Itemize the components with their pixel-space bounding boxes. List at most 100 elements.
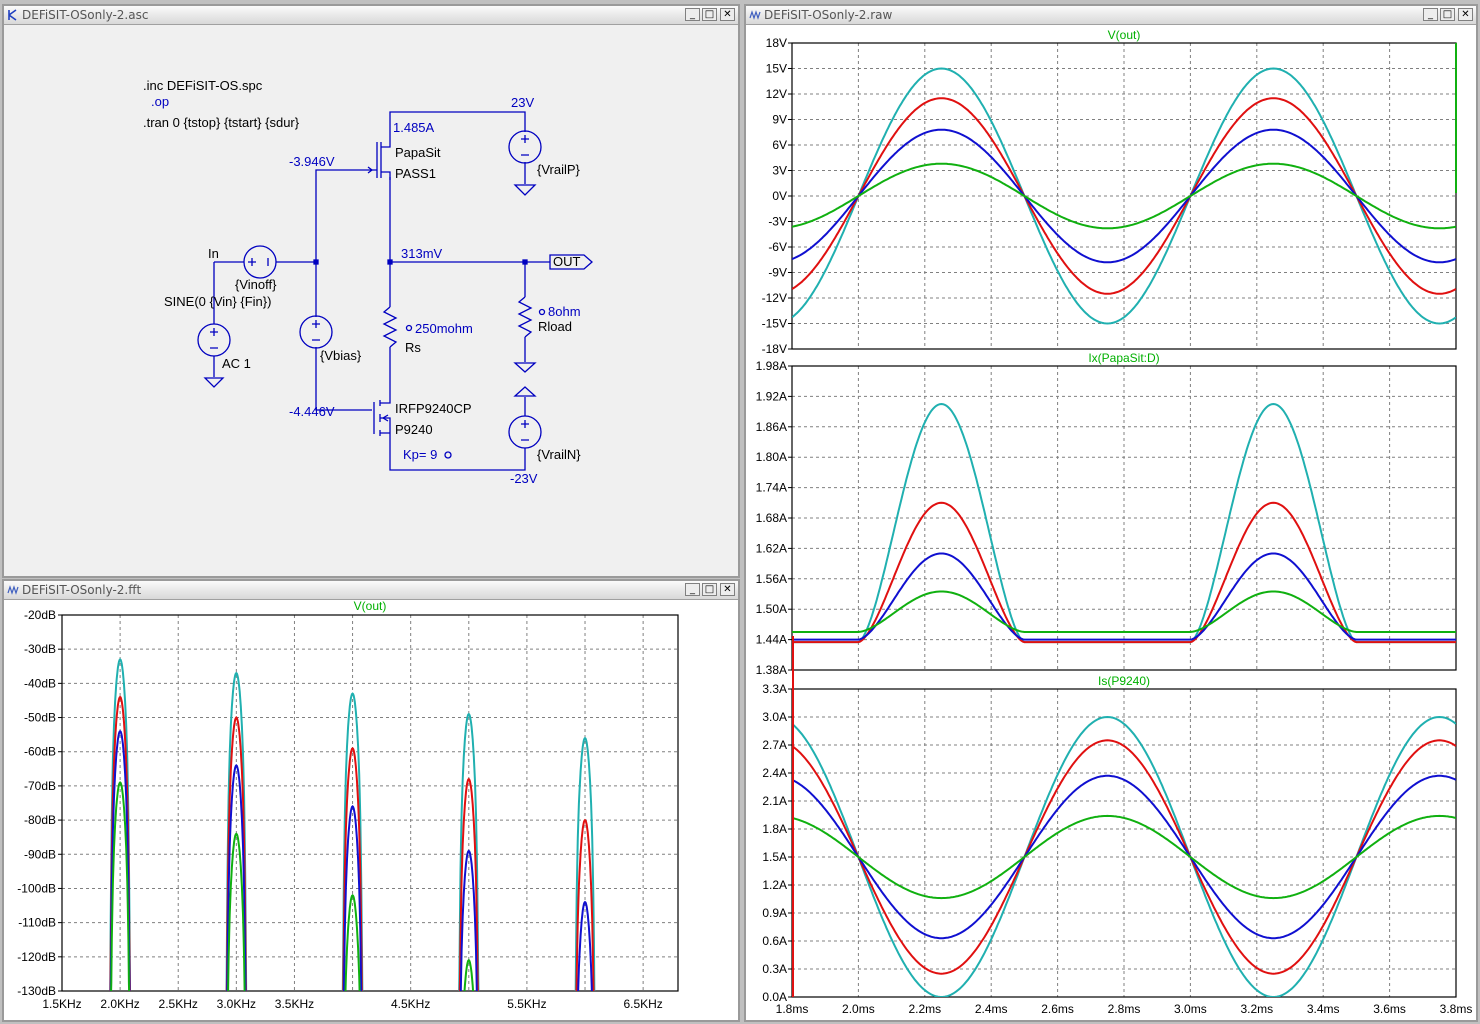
y-tick-label: 9V [772,113,787,127]
source-vrailp-symbol[interactable] [508,130,542,164]
minimize-button[interactable]: _ [1423,8,1438,21]
raw-titlebar[interactable]: DEFiSIT-OSonly-2.raw _ □ ✕ [746,6,1476,25]
y-tick-label: -50dB [24,711,56,725]
param-dial-icon[interactable] [538,308,546,316]
y-tick-label: 1.62A [756,541,787,555]
y-tick-label: -70dB [24,779,56,793]
transient-plots[interactable]: V(out) 18V 15V 12V 9V 6V 3V 0V -3V -6V -9V -12V -15V… [746,24,1476,1020]
x-tick-label: 3.8ms [1440,1002,1473,1016]
close-button[interactable]: ✕ [1458,8,1473,21]
label-ac: AC 1 [222,356,251,371]
y-tick-label: 3.0A [762,710,787,724]
x-tick-label: 1.5KHz [42,997,81,1011]
y-tick-label: -3V [768,215,787,229]
y-tick-label: -15V [762,317,787,331]
x-tick-label: 3.2ms [1240,1002,1273,1016]
y-tick-label: -12V [762,291,787,305]
y-tick-label: 1.8A [762,822,787,836]
y-tick-label: 12V [766,87,787,101]
ltspice-icon [8,9,17,21]
y-tick-label: 1.56A [756,572,787,586]
x-tick-label: 2.8ms [1108,1002,1141,1016]
y-tick-label: 1.68A [756,511,787,525]
maximize-button[interactable]: □ [702,8,717,21]
x-tick-label: 5.5KHz [507,997,546,1011]
minimize-button[interactable]: _ [685,8,700,21]
x-tick-label: 1.8ms [776,1002,809,1016]
param-dial-icon[interactable] [444,451,452,459]
x-tick-label: 3.5KHz [275,997,314,1011]
jfet-papasit-symbol[interactable] [367,137,391,180]
label-current-pass: 1.485A [393,120,435,135]
pane-title: Ix(PapaSit:D) [1088,351,1159,365]
source-vinoff-symbol[interactable] [243,245,277,279]
y-tick-label: 3.3A [762,682,787,696]
label-rs-name: Rs [405,340,421,355]
y-tick-label: 0V [772,189,787,203]
fft-title: DEFiSIT-OSonly-2.fft [22,583,142,597]
label-vrailn: {VrailN} [537,447,581,462]
resistor-rs-symbol[interactable] [382,306,398,348]
y-tick-label: -20dB [24,608,56,622]
source-vrailn-symbol[interactable] [508,415,542,449]
plot-frame [791,688,1457,998]
param-dial-icon[interactable] [405,324,413,332]
label-vbias: {Vbias} [320,348,362,363]
label-vrailp: {VrailP} [537,162,581,177]
schematic-title: DEFiSIT-OSonly-2.asc [22,8,149,22]
x-tick-label: 4.5KHz [391,997,430,1011]
fft-peak-0-5 [690,759,712,1009]
close-button[interactable]: ✕ [720,8,735,21]
x-tick-label: 3.0ms [1174,1002,1207,1016]
label-rail-n: -23V [510,471,538,486]
y-tick-label: 1.98A [756,359,787,373]
y-tick-label: 1.50A [756,602,787,616]
label-rload-value: 8ohm [548,304,581,319]
y-tick-label: 1.2A [762,878,787,892]
directive-op[interactable]: .op [151,94,169,109]
label-vinoff: {Vinoff} [235,277,277,292]
x-tick-label: 3.0KHz [217,997,256,1011]
schematic-window[interactable]: DEFiSIT-OSonly-2.asc _ □ ✕ .inc DEFiSIT-… [2,4,740,578]
y-tick-label: 2.4A [762,766,787,780]
fft-window[interactable]: DEFiSIT-OSonly-2.fft _ □ ✕ V(out) -20dB -3… [2,579,740,1022]
mosfet-p9240-symbol[interactable] [373,397,391,442]
pane-title: Is(P9240) [1098,674,1150,688]
minimize-button[interactable]: _ [685,583,700,596]
close-button[interactable]: ✕ [720,583,735,596]
y-tick-label: -100dB [17,881,56,895]
ground-symbol [203,377,225,388]
label-out-port: OUT [553,254,581,269]
y-tick-label: -90dB [24,847,56,861]
directive-inc[interactable]: .inc DEFiSIT-OS.spc [143,78,263,93]
fft-titlebar[interactable]: DEFiSIT-OSonly-2.fft _ □ ✕ [4,581,738,600]
raw-window[interactable]: DEFiSIT-OSonly-2.raw _ □ ✕ V(out) 18V 15V 1… [744,4,1478,1022]
fft-plot[interactable]: V(out) -20dB -30dB -40dB -50dB -60dB -70dB -80d… [4,599,738,1020]
source-vin-symbol[interactable] [197,323,231,357]
y-tick-label: -130dB [17,984,56,998]
maximize-button[interactable]: □ [1440,8,1455,21]
label-pass1: PASS1 [395,166,436,181]
source-vbias-symbol[interactable] [299,315,333,349]
y-tick-label: 0.9A [762,906,787,920]
ground-symbol [513,184,537,196]
y-tick-label: -30dB [24,642,56,656]
schematic-titlebar[interactable]: DEFiSIT-OSonly-2.asc _ □ ✕ [4,6,738,25]
maximize-button[interactable]: □ [702,583,717,596]
directive-tran[interactable]: .tran 0 {tstop} {tstart} {sdur} [143,115,300,130]
x-tick-label: 2.6ms [1041,1002,1074,1016]
y-tick-label: 0.3A [762,962,787,976]
fft-peak-1-5 [690,858,712,1008]
y-tick-label: 18V [766,36,787,50]
resistor-rload-symbol[interactable] [517,296,533,338]
y-tick-label: -18V [762,342,787,356]
x-tick-label: 2.0KHz [100,997,139,1011]
x-tick-label: 2.2ms [908,1002,941,1016]
x-tick-label: 2.4ms [975,1002,1008,1016]
label-irfp: IRFP9240CP [395,401,472,416]
label-sine: SINE(0 {Vin} {Fin}) [164,294,271,309]
junction-dot [387,259,393,265]
y-tick-label: -60dB [24,745,56,759]
schematic-canvas[interactable]: .inc DEFiSIT-OS.spc .op .tran 0 {tstop} … [4,24,738,576]
label-v-gate-bot: -4.446V [289,404,335,419]
